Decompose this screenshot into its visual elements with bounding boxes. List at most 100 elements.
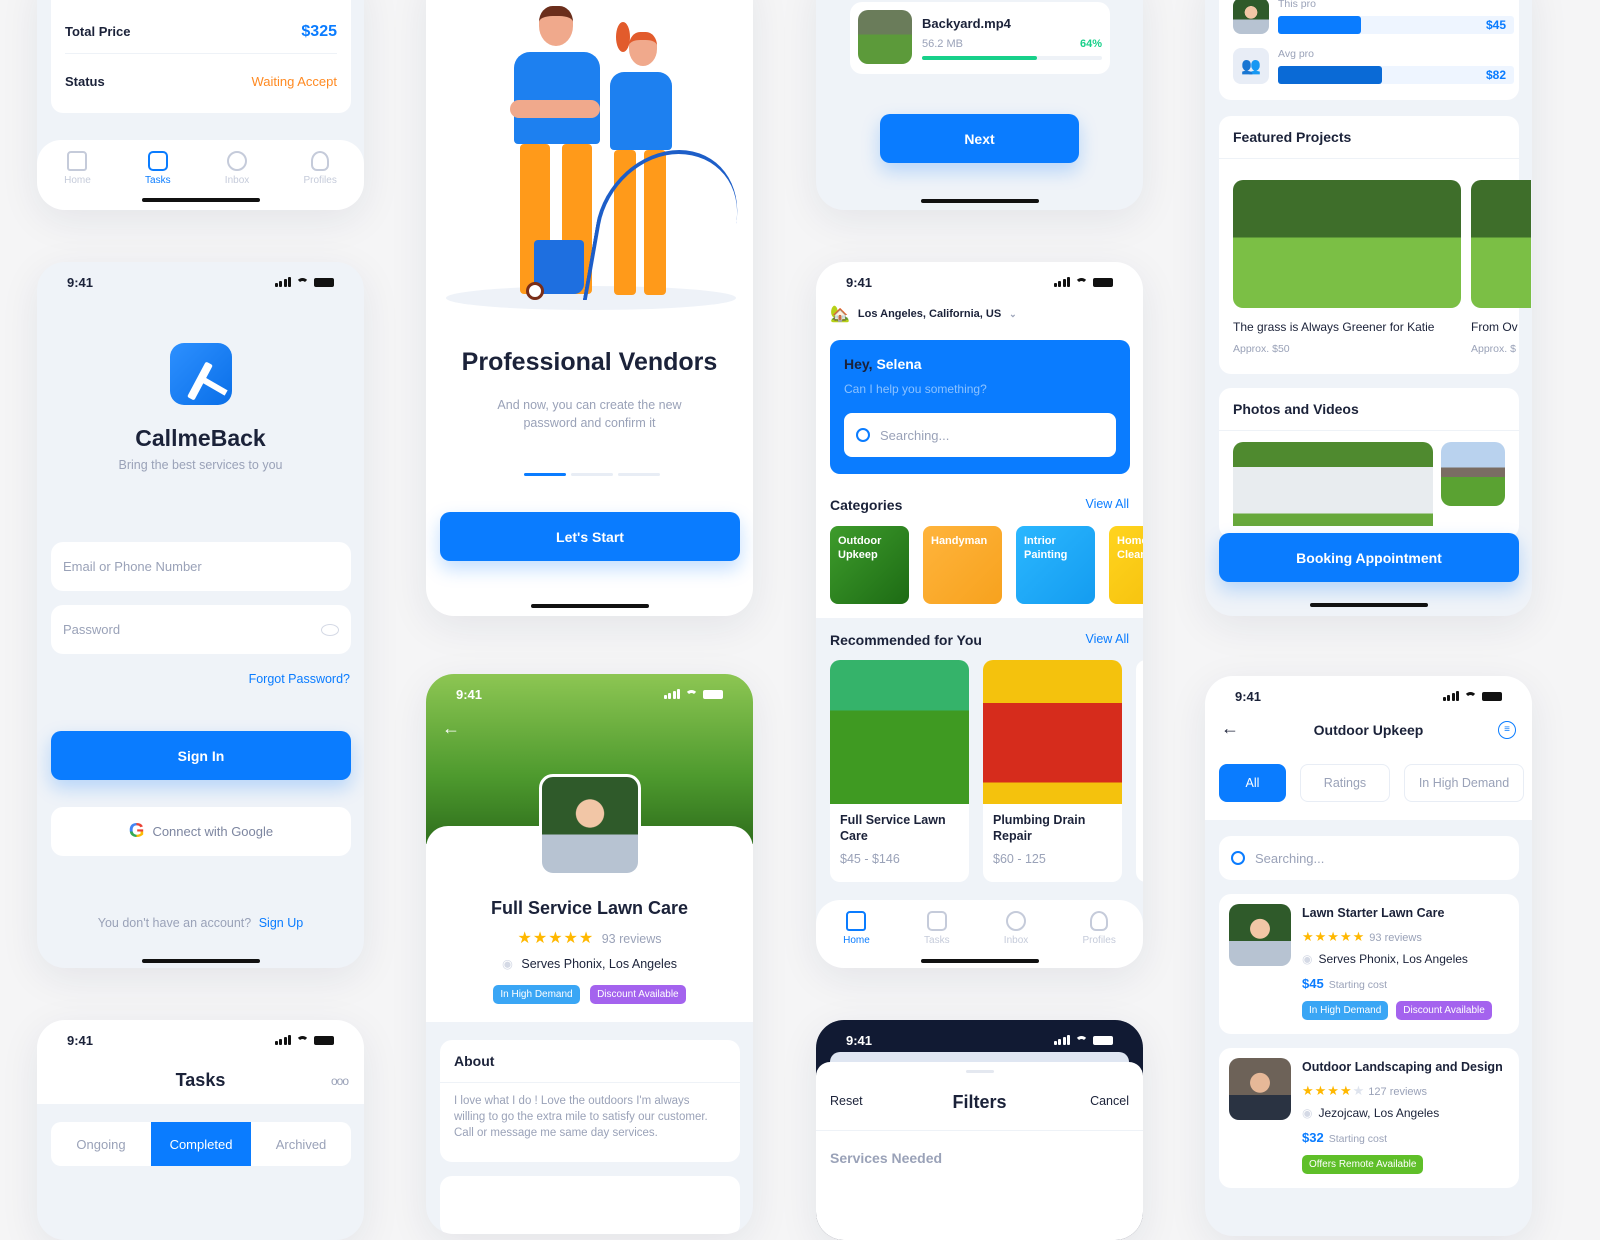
page-dot[interactable] — [618, 473, 660, 476]
recommended-title: Recommended for You — [830, 632, 982, 648]
rating-row: ★★★★★ 93 reviews — [1302, 929, 1422, 944]
compare-label: This pro — [1278, 0, 1316, 10]
vendor-tag: Offers Remote Available — [1302, 1155, 1424, 1174]
email-field[interactable]: Email or Phone Number — [51, 542, 351, 591]
login-screen: 9:41 CallmeBack Bring the best services … — [37, 262, 364, 968]
battery-icon — [314, 277, 334, 287]
sign-up-row: You don't have an account? Sign Up — [97, 916, 304, 930]
status-label: Status — [65, 73, 105, 89]
signal-icon — [274, 1035, 291, 1045]
star-rating: ★★★★★ — [517, 930, 595, 947]
page-dot-active[interactable] — [524, 473, 566, 476]
battery-icon — [1482, 691, 1502, 701]
recommended-card[interactable]: Full Service Lawn Care $45 - $146 — [830, 660, 969, 882]
compare-fill — [1278, 66, 1382, 84]
nav-profiles[interactable]: Profiles — [1082, 910, 1116, 946]
gallery-photo[interactable] — [1233, 442, 1433, 526]
battery-icon — [703, 689, 723, 699]
user-icon — [311, 150, 330, 171]
tasks-tabs: Ongoing Completed Archived — [51, 1122, 351, 1166]
nav-tasks[interactable]: Tasks — [145, 150, 171, 186]
eye-off-icon[interactable] — [321, 623, 339, 636]
location-selector[interactable]: 🏡 Los Angeles, California, US ⌄ — [830, 304, 1017, 324]
filter-chip[interactable]: All — [1219, 764, 1286, 802]
battery-icon — [1093, 1035, 1113, 1045]
location-pin-icon: ◉ — [501, 957, 513, 971]
sheet-handle[interactable] — [965, 1070, 994, 1073]
google-button[interactable]: G Connect with Google — [51, 807, 351, 856]
sign-up-link[interactable]: Sign Up — [259, 916, 303, 930]
home-indicator — [530, 604, 649, 608]
vendor-card[interactable]: Outdoor Landscaping and Design ★★★★★ 127 r… — [1219, 1048, 1519, 1188]
service-title: Plumbing Drain Repair — [993, 813, 1086, 843]
signal-icon — [274, 277, 291, 287]
category-tile[interactable]: Intrior Painting — [1016, 526, 1095, 604]
password-field[interactable]: Password — [51, 605, 351, 654]
page-dot[interactable] — [571, 473, 613, 476]
back-arrow-icon[interactable]: ← — [442, 718, 460, 739]
tab-completed[interactable]: Completed — [151, 1122, 251, 1166]
categories-view-all[interactable]: View All — [1085, 497, 1129, 511]
total-price-label: Total Price — [65, 24, 131, 39]
recommended-card[interactable] — [1136, 660, 1143, 882]
chat-icon — [227, 150, 248, 171]
wifi-icon — [296, 1035, 309, 1045]
vendor-card[interactable]: Lawn Starter Lawn Care ★★★★★ 93 reviews ◉ Se… — [1219, 894, 1519, 1034]
nav-home[interactable]: Home — [64, 150, 91, 186]
compare-label: Avg pro — [1278, 48, 1314, 60]
signal-icon — [1442, 691, 1459, 701]
nav-profiles[interactable]: Profiles — [303, 150, 337, 186]
cancel-button[interactable]: Cancel — [1090, 1094, 1129, 1108]
search-input[interactable]: Searching... — [1219, 836, 1519, 880]
category-tile[interactable]: Outdoor Upkeep — [830, 526, 909, 604]
app-name: CallmeBack — [135, 425, 266, 451]
vendor-tags: In High Demand Discount Available — [1302, 1001, 1492, 1020]
project-photo[interactable] — [1233, 180, 1461, 308]
price-row: $32 Starting cost — [1302, 1130, 1388, 1145]
tab-archived[interactable]: Archived — [251, 1122, 351, 1166]
location-pin-icon: ◉ — [1302, 1106, 1313, 1120]
vendor-name: Outdoor Landscaping and Design — [1302, 1060, 1503, 1074]
filter-chip[interactable]: In High Demand — [1404, 764, 1524, 802]
category-tile[interactable]: Handyman — [923, 526, 1002, 604]
more-icon[interactable]: ooo — [331, 1074, 349, 1088]
location-pin-icon: ◉ — [1302, 952, 1313, 966]
booking-button[interactable]: Booking Appointment — [1219, 533, 1519, 582]
nav-inbox[interactable]: Inbox — [1004, 910, 1028, 946]
filter-chip[interactable]: Ratings — [1300, 764, 1390, 802]
chevron-down-icon: ⌄ — [1009, 308, 1017, 319]
filter-icon[interactable]: ≡ — [1498, 721, 1516, 739]
nav-inbox[interactable]: Inbox — [225, 150, 249, 186]
lets-start-button[interactable]: Let's Start — [440, 512, 740, 561]
price-row: $45 Starting cost — [1302, 976, 1388, 991]
star-rating: ★★★★★ — [1302, 1083, 1365, 1098]
filters-screen: 9:41 Reset Filters Cancel Services Neede… — [816, 1020, 1143, 1240]
service-photo — [830, 660, 969, 804]
compare-value: $45 — [1485, 18, 1506, 32]
recommended-view-all[interactable]: View All — [1085, 632, 1129, 646]
sign-in-button[interactable]: Sign In — [51, 731, 351, 780]
project-photo[interactable] — [1471, 180, 1531, 308]
status-time: 9:41 — [67, 274, 94, 290]
signal-icon — [1053, 1035, 1070, 1045]
search-icon — [856, 428, 870, 442]
tab-ongoing[interactable]: Ongoing — [51, 1122, 151, 1166]
greeting-card: Hey, Selena Can I help you something? Se… — [830, 340, 1130, 474]
next-button[interactable]: Next — [880, 114, 1079, 163]
nav-tasks[interactable]: Tasks — [924, 910, 950, 946]
category-tile[interactable]: HomeClean — [1109, 526, 1143, 604]
project-price: Approx. $50 — [1233, 343, 1290, 355]
home-indicator — [920, 959, 1039, 963]
gallery-photo[interactable] — [1441, 442, 1505, 506]
forgot-password-link[interactable]: Forgot Password? — [249, 672, 350, 686]
search-input[interactable]: Searching... — [844, 413, 1116, 457]
vendor-tag: In High Demand — [1302, 1001, 1389, 1020]
project-title[interactable]: From Ov — [1471, 320, 1518, 334]
order-summary-card: Total Price $325 Status Waiting Accept — [51, 0, 351, 113]
project-title[interactable]: The grass is Always Greener for Katie — [1233, 320, 1434, 334]
battery-icon — [314, 1035, 334, 1045]
vendor-tags: Offers Remote Available — [1302, 1155, 1424, 1174]
upload-progress-track — [922, 56, 1102, 60]
nav-home[interactable]: Home — [843, 910, 870, 946]
recommended-card[interactable]: Plumbing Drain Repair $60 - 125 — [983, 660, 1122, 882]
